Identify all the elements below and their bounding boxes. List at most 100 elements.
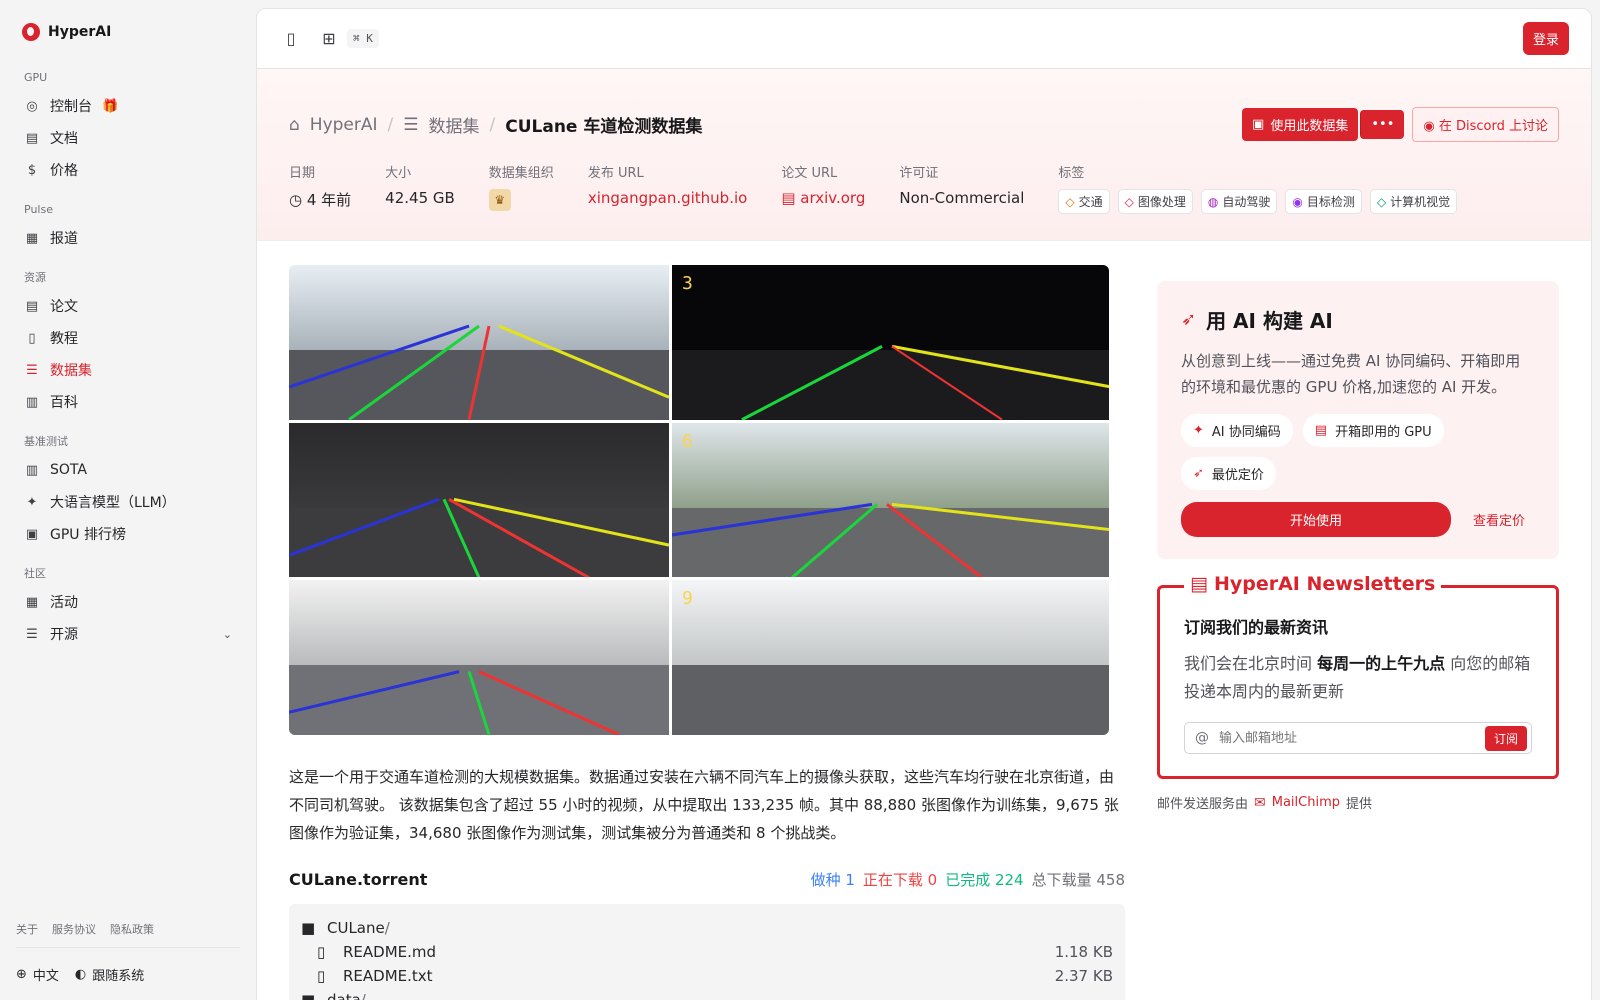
- sidebar-item-console[interactable]: ◎ 控制台 🎁: [16, 90, 240, 122]
- file-row[interactable]: ■ CULane /: [301, 916, 1113, 940]
- file-tree: ■ CULane / ▯ README.md 1.18 KB ▯ README.t…: [289, 904, 1125, 1000]
- sidebar-item-events[interactable]: ▦ 活动: [16, 586, 240, 618]
- sidebar-footer: 关于 服务协议 隐私政策 ⊕ 中文 ◐ 跟随系统: [16, 921, 240, 1000]
- meta-size: 大小 42.45 GB: [385, 162, 455, 214]
- paper-url-link[interactable]: ▤ arxiv.org: [781, 189, 865, 207]
- server-icon: ▤: [1314, 423, 1328, 438]
- sidebar-item-label: 价格: [50, 163, 78, 179]
- eye-icon: ◉: [1292, 194, 1303, 209]
- dataset-header: ⌂ HyperAI / ☰ 数据集 / CULane 车道检测数据集 ▣ 使用此数…: [257, 69, 1591, 241]
- file-name: CULane: [327, 919, 385, 937]
- theme-icon: ◐: [74, 966, 87, 982]
- sidebar-item-papers[interactable]: ▤ 论文: [16, 290, 240, 322]
- torrent-header: CULane.torrent 做种 1 正在下载 0 已完成 224 总下载量 …: [289, 869, 1125, 890]
- sidebar-item-label: 数据集: [50, 363, 92, 379]
- nav-section-gpu: GPU: [24, 71, 48, 84]
- file-name: README.md: [343, 943, 437, 961]
- sidebar-item-gpu-leaderboard[interactable]: ▣ GPU 排行榜: [16, 518, 240, 550]
- tag-object-detection[interactable]: ◉ 目标检测: [1285, 189, 1362, 214]
- news-icon: ▦: [25, 230, 39, 246]
- publish-url-link[interactable]: xingangpan.github.io: [588, 189, 748, 207]
- hyperai-logo-icon: [22, 23, 40, 41]
- newsletter-legend: ▤ HyperAI Newsletters: [1184, 573, 1442, 595]
- sidebar-item-docs[interactable]: ▤ 文档: [16, 122, 240, 154]
- meta-date-label: 日期: [289, 166, 316, 181]
- footer-link-about[interactable]: 关于: [16, 921, 38, 937]
- chart-icon: ▥: [25, 462, 39, 478]
- language-switch[interactable]: ⊕ 中文: [16, 965, 59, 984]
- discord-button[interactable]: ◉ 在 Discord 上讨论: [1412, 107, 1559, 142]
- sample-frame: 3: [672, 265, 1109, 420]
- sidebar-item-llm[interactable]: ✦ 大语言模型（LLM）: [16, 486, 240, 518]
- sidebar-item-label: 报道: [50, 231, 78, 247]
- email-field[interactable]: [1219, 730, 1485, 746]
- use-dataset-button[interactable]: ▣ 使用此数据集: [1242, 108, 1359, 141]
- torrent-stats: 做种 1 正在下载 0 已完成 224 总下载量 458: [811, 869, 1125, 890]
- nav-section-resources: 资源: [24, 271, 46, 284]
- sidebar-item-wiki[interactable]: ▥ 百科: [16, 386, 240, 418]
- footer-settings: ⊕ 中文 ◐ 跟随系统: [16, 948, 240, 1000]
- tag-image-processing[interactable]: ◇ 图像处理: [1117, 189, 1193, 214]
- sidebar-item-tutorials[interactable]: ▯ 教程: [16, 322, 240, 354]
- paper-icon: ▤: [781, 189, 801, 207]
- tag-traffic[interactable]: ◇ 交通: [1058, 189, 1110, 214]
- dataset-body: 3 6 9 这是一个用于交通车道检测的大规模数据集。数据通过安装在六辆不同汽车上…: [289, 265, 1125, 1000]
- newsletter-legend-text: HyperAI Newsletters: [1213, 573, 1436, 595]
- newsletter-icon: ▤: [1190, 573, 1208, 595]
- tag-icon: ◇: [1124, 194, 1134, 209]
- breadcrumb-section[interactable]: 数据集: [429, 112, 480, 137]
- header-actions: ▣ 使用此数据集 ••• ◉ 在 Discord 上讨论: [1242, 107, 1559, 142]
- breadcrumb-home[interactable]: HyperAI: [310, 115, 378, 135]
- meta-size-value: 42.45 GB: [385, 189, 455, 207]
- tag-autonomous-driving[interactable]: ◍ 自动驾驶: [1200, 189, 1278, 214]
- sidebar-toggle-icon[interactable]: ▯: [279, 27, 303, 51]
- clock-icon: ◷: [289, 191, 307, 209]
- sample-frame: [289, 265, 669, 420]
- paper-url-value: arxiv.org: [800, 189, 866, 207]
- brand[interactable]: HyperAI: [16, 0, 240, 64]
- sidebar-item-news[interactable]: ▦ 报道: [16, 222, 240, 254]
- sidebar-item-open-source[interactable]: ☰ 开源 ⌄: [16, 618, 240, 650]
- sidebar-item-datasets[interactable]: ☰ 数据集: [16, 354, 240, 386]
- dataset-description: 这是一个用于交通车道检测的大规模数据集。数据通过安装在六辆不同汽车上的摄像头获取…: [289, 768, 1119, 842]
- folder-icon: ■: [301, 991, 316, 1000]
- promo-title: ➶ 用 AI 构建 AI: [1181, 305, 1535, 334]
- more-options-button[interactable]: •••: [1360, 110, 1405, 139]
- subscribe-button[interactable]: 订阅: [1484, 725, 1527, 751]
- search-shortcut[interactable]: ⌘ K: [347, 29, 379, 48]
- discord-label: 在 Discord 上讨论: [1438, 119, 1548, 134]
- login-button[interactable]: 登录: [1522, 22, 1569, 55]
- chevron-down-icon[interactable]: ⌄: [223, 628, 232, 641]
- rocket-icon: ➶: [1193, 466, 1204, 481]
- sample-frame: 6: [672, 422, 1109, 578]
- footer-link-privacy[interactable]: 隐私政策: [110, 921, 154, 937]
- wiki-icon: ▥: [25, 394, 39, 410]
- footer-link-terms[interactable]: 服务协议: [52, 921, 96, 937]
- theme-switch[interactable]: ◐ 跟随系统: [75, 965, 144, 984]
- view-pricing-link[interactable]: 查看定价: [1473, 510, 1525, 529]
- get-started-button[interactable]: 开始使用: [1181, 502, 1451, 537]
- car-icon: ◍: [1207, 194, 1219, 209]
- file-row[interactable]: ■ data /: [301, 988, 1113, 1000]
- apps-grid-icon[interactable]: ⊞: [317, 27, 341, 51]
- tag-computer-vision[interactable]: ◇ 计算机视觉: [1369, 189, 1458, 214]
- sample-frame: [289, 580, 669, 735]
- folder-icon: ■: [301, 919, 316, 937]
- organization-logo-icon[interactable]: ♛: [488, 189, 511, 211]
- gift-icon: 🎁: [102, 98, 119, 114]
- terminal-icon: ▣: [1252, 117, 1265, 132]
- sidebar-item-pricing[interactable]: $ 价格: [16, 154, 240, 186]
- sidebar-item-sota[interactable]: ▥ SOTA: [16, 454, 240, 486]
- path-suffix: /: [384, 919, 390, 937]
- meta-tags: 标签 ◇ 交通 ◇ 图像处理 ◍ 自动驾驶 ◉ 目标检测 ◇ 计算机视觉: [1058, 162, 1458, 214]
- home-icon: ⌂: [289, 114, 300, 135]
- tutorial-icon: ▯: [28, 330, 36, 346]
- nav-section-pulse: Pulse: [24, 203, 53, 216]
- file-row[interactable]: ▯ README.txt 2.37 KB: [301, 964, 1113, 988]
- torrent-name[interactable]: CULane.torrent: [289, 870, 427, 889]
- mailchimp-link[interactable]: MailChimp: [1272, 795, 1340, 810]
- meta-publish-url: 发布 URL xingangpan.github.io: [588, 162, 748, 214]
- file-row[interactable]: ▯ README.md 1.18 KB: [301, 940, 1113, 964]
- downloading-count: 正在下载 0: [862, 871, 938, 889]
- sidebar-item-label: 文档: [50, 131, 78, 147]
